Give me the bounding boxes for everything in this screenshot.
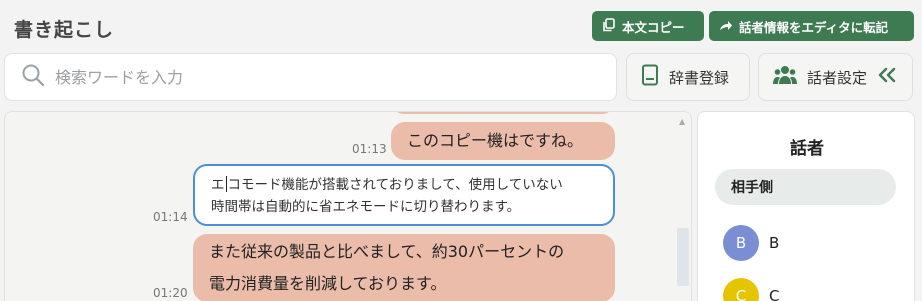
transfer-speaker-info-button[interactable]: 話者情報をエディタに転記 [709, 11, 914, 41]
page-title: 書き起こし [14, 19, 115, 41]
caret-suffix: コモード機能が搭載されておりまして、使用していない [227, 177, 563, 193]
text-caret [225, 176, 227, 192]
message-line: エコモード機能が搭載されておりまして、使用していない [211, 174, 597, 196]
copy-icon [602, 17, 616, 35]
message-line: また従来の製品と比べまして、約30パーセントの [209, 242, 565, 261]
message-edit-field[interactable]: エコモード機能が搭載されておりまして、使用していない 時間帯は自動的に省エネモー… [193, 164, 615, 226]
chevrons-left-icon [877, 67, 897, 87]
dictionary-register-label: 辞書登録 [669, 68, 730, 87]
speaker-panel: 話者 相手側 B B C C [697, 111, 915, 301]
speaker-name: B [769, 234, 780, 252]
dictionary-register-button[interactable]: 辞書登録 [626, 53, 750, 101]
speaker-group-label[interactable]: 相手側 [715, 169, 896, 205]
message-bubble-partial [391, 112, 615, 114]
message-line: 電力消費量を削減しております。 [209, 274, 447, 293]
speaker-settings-button[interactable]: 話者設定 [758, 53, 913, 101]
message-timestamp: 01:20 [153, 286, 188, 300]
transfer-label: 話者情報をエディタに転記 [739, 19, 889, 35]
avatar: B [723, 225, 759, 261]
share-arrow-icon [719, 18, 733, 35]
avatar: C [723, 278, 759, 301]
speaker-item-b[interactable]: B B [723, 225, 779, 261]
speaker-settings-label: 話者設定 [807, 68, 868, 87]
search-input[interactable] [55, 67, 595, 87]
message-bubble[interactable]: また従来の製品と比べまして、約30パーセントの 電力消費量を削減しております。 [193, 234, 615, 301]
search-icon [21, 63, 45, 91]
speaker-item-c[interactable]: C C [723, 278, 779, 301]
users-icon [773, 65, 797, 89]
transcript-panel: このコピー機はですね。 01:13 エコモード機能が搭載されておりまして、使用し… [4, 111, 692, 301]
message-timestamp: 01:14 [153, 210, 188, 224]
scroll-up-icon[interactable]: ▲ [679, 117, 685, 126]
scrollbar-thumb[interactable] [677, 228, 689, 286]
speaker-name: C [769, 287, 780, 301]
message-timestamp: 01:13 [352, 142, 387, 156]
message-line: 時間帯は自動的に省エネモードに切り替わります。 [211, 199, 521, 215]
caret-prefix: エ [211, 177, 225, 193]
search-bar [4, 53, 617, 101]
copy-text-label: 本文コピー [622, 19, 685, 35]
book-icon [641, 64, 659, 90]
message-bubble[interactable]: このコピー機はですね。 [391, 122, 615, 160]
speaker-panel-title: 話者 [790, 139, 824, 159]
copy-text-button[interactable]: 本文コピー [592, 11, 704, 41]
message-text: このコピー機はですね。 [407, 131, 584, 150]
